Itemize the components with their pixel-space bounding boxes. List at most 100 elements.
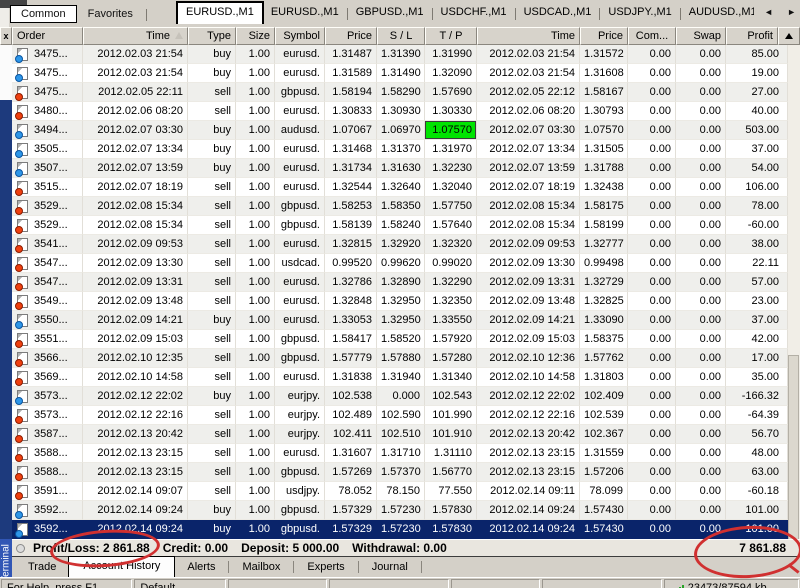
history-row[interactable]: 3541...2012.02.09 09:53sell1.00eurusd.1.… bbox=[12, 235, 788, 254]
cell-order: 3475... bbox=[12, 83, 83, 102]
cell-order: 3547... bbox=[12, 273, 83, 292]
tab-common-active[interactable]: Common bbox=[10, 5, 77, 23]
cell-size: 1.00 bbox=[236, 64, 275, 83]
tab-scroll-right-icon[interactable]: ► bbox=[787, 7, 796, 17]
history-row[interactable]: 3573...2012.02.12 22:16sell1.00eurjpy.10… bbox=[12, 406, 788, 425]
history-row[interactable]: 3591...2012.02.14 09:07sell1.00usdjpy.78… bbox=[12, 482, 788, 501]
column-header-label: Order bbox=[17, 30, 45, 42]
cell-commission: 0.00 bbox=[628, 159, 676, 178]
column-header-label: Com... bbox=[636, 30, 668, 42]
history-row[interactable]: 3515...2012.02.07 18:19sell1.00eurusd.1.… bbox=[12, 178, 788, 197]
tab-divider bbox=[432, 8, 433, 20]
sell-dot-icon bbox=[15, 302, 23, 310]
cell-close-price: 1.30793 bbox=[580, 102, 628, 121]
history-row[interactable]: 3569...2012.02.10 14:58sell1.00eurusd.1.… bbox=[12, 368, 788, 387]
column-header-size[interactable]: Size bbox=[236, 27, 275, 45]
vertical-scrollbar[interactable] bbox=[788, 45, 800, 539]
history-row[interactable]: 3566...2012.02.10 12:35sell1.00gbpusd.1.… bbox=[12, 349, 788, 368]
column-header-close-price[interactable]: Price bbox=[580, 27, 628, 45]
column-header-sl[interactable]: S / L bbox=[377, 27, 425, 45]
column-header-swap[interactable]: Swap bbox=[676, 27, 726, 45]
cell-open-time: 2012.02.09 13:48 bbox=[83, 292, 188, 311]
history-row[interactable]: 3475...2012.02.03 21:54buy1.00eurusd.1.3… bbox=[12, 64, 788, 83]
order-type-icon-sell bbox=[17, 238, 28, 251]
column-header-profit[interactable]: Profit bbox=[726, 27, 778, 45]
cell-close-price: 1.32825 bbox=[580, 292, 628, 311]
column-header-open-price[interactable]: Price bbox=[325, 27, 377, 45]
tab-favorites[interactable]: Favorites bbox=[77, 5, 144, 23]
history-row[interactable]: 3592...2012.02.14 09:24buy1.00gbpusd.1.5… bbox=[12, 520, 788, 539]
buy-dot-icon bbox=[15, 150, 23, 158]
cell-open-price: 1.07067 bbox=[325, 121, 377, 140]
history-row[interactable]: 3550...2012.02.09 14:21buy1.00eurusd.1.3… bbox=[12, 311, 788, 330]
cell-tp: 1.31110 bbox=[425, 444, 477, 463]
tab-audusd-m1[interactable]: AUDUSD.,M1 bbox=[682, 1, 754, 23]
cell-tp: 1.32230 bbox=[425, 159, 477, 178]
tab-alerts[interactable]: Alerts bbox=[175, 558, 227, 577]
cell-close-price: 1.58175 bbox=[580, 197, 628, 216]
tab-usdchf-m1[interactable]: USDCHF.,M1 bbox=[434, 1, 514, 23]
cell-symbol: gbpusd. bbox=[275, 463, 325, 482]
history-row[interactable]: 3529...2012.02.08 15:34sell1.00gbpusd.1.… bbox=[12, 197, 788, 216]
order-type-icon-sell bbox=[17, 105, 28, 118]
column-header-order[interactable]: Order bbox=[12, 27, 83, 45]
column-header-open-time[interactable]: Time bbox=[83, 27, 188, 45]
tab-trade[interactable]: Trade bbox=[16, 558, 68, 577]
cell-order: 3587... bbox=[12, 425, 83, 444]
history-row[interactable]: 3480...2012.02.06 08:20sell1.00eurusd.1.… bbox=[12, 102, 788, 121]
tab-experts[interactable]: Experts bbox=[295, 558, 356, 577]
cell-order: 3547... bbox=[12, 254, 83, 273]
cell-open-price: 1.31607 bbox=[325, 444, 377, 463]
history-row[interactable]: 3547...2012.02.09 13:30sell1.00usdcad.0.… bbox=[12, 254, 788, 273]
column-header-commission[interactable]: Com... bbox=[628, 27, 676, 45]
history-row[interactable]: 3475...2012.02.05 22:11sell1.00gbpusd.1.… bbox=[12, 83, 788, 102]
tab-mailbox[interactable]: Mailbox bbox=[230, 558, 292, 577]
cell-close-price: 102.539 bbox=[580, 406, 628, 425]
column-header-tp[interactable]: T / P bbox=[425, 27, 477, 45]
history-row[interactable]: 3505...2012.02.07 13:34buy1.00eurusd.1.3… bbox=[12, 140, 788, 159]
column-header-type[interactable]: Type bbox=[188, 27, 236, 45]
tab-eurusd-m1[interactable]: EURUSD.,M1 bbox=[264, 1, 346, 23]
history-row[interactable]: 3475...2012.02.03 21:54buy1.00eurusd.1.3… bbox=[12, 45, 788, 64]
tab-eurusd-m1-active[interactable]: EURUSD.,M1 bbox=[176, 1, 264, 24]
cell-size: 1.00 bbox=[236, 406, 275, 425]
cell-symbol: eurusd. bbox=[275, 64, 325, 83]
column-header-label: Profit bbox=[747, 30, 773, 42]
history-row[interactable]: 3494...2012.02.07 03:30buy1.00audusd.1.0… bbox=[12, 121, 788, 140]
history-row[interactable]: 3547...2012.02.09 13:31sell1.00eurusd.1.… bbox=[12, 273, 788, 292]
history-row[interactable]: 3549...2012.02.09 13:48sell1.00eurusd.1.… bbox=[12, 292, 788, 311]
cell-type: buy bbox=[188, 159, 236, 178]
history-row[interactable]: 3587...2012.02.13 20:42sell1.00eurjpy.10… bbox=[12, 425, 788, 444]
cell-close-price: 0.99498 bbox=[580, 254, 628, 273]
history-row[interactable]: 3592...2012.02.14 09:24buy1.00gbpusd.1.5… bbox=[12, 501, 788, 520]
history-row[interactable]: 3529...2012.02.08 15:34sell1.00gbpusd.1.… bbox=[12, 216, 788, 235]
cell-swap: 0.00 bbox=[676, 444, 726, 463]
order-type-icon-sell bbox=[17, 371, 28, 384]
cell-sl: 1.31940 bbox=[377, 368, 425, 387]
history-row[interactable]: 3507...2012.02.07 13:59buy1.00eurusd.1.3… bbox=[12, 159, 788, 178]
cell-swap: 0.00 bbox=[676, 254, 726, 273]
column-header-close-time[interactable]: Time bbox=[477, 27, 580, 45]
tab-gbpusd-m1[interactable]: GBPUSD.,M1 bbox=[349, 1, 431, 23]
tab-usdcad-m1[interactable]: USDCAD.,M1 bbox=[517, 1, 599, 23]
column-header-label: Symbol bbox=[283, 30, 320, 42]
cell-tp: 1.32350 bbox=[425, 292, 477, 311]
history-row[interactable]: 3588...2012.02.13 23:15sell1.00gbpusd.1.… bbox=[12, 463, 788, 482]
tab-scroll-left-icon[interactable]: ◄ bbox=[764, 7, 773, 17]
cell-symbol: eurusd. bbox=[275, 159, 325, 178]
history-row[interactable]: 3551...2012.02.09 15:03sell1.00gbpusd.1.… bbox=[12, 330, 788, 349]
tab-usdjpy-m1[interactable]: USDJPY.,M1 bbox=[601, 1, 678, 23]
cell-type: sell bbox=[188, 330, 236, 349]
column-header-symbol[interactable]: Symbol bbox=[275, 27, 325, 45]
cell-size: 1.00 bbox=[236, 349, 275, 368]
cell-size: 1.00 bbox=[236, 273, 275, 292]
order-type-icon-sell bbox=[17, 295, 28, 308]
close-button[interactable]: x bbox=[0, 27, 12, 45]
scrollbar-thumb[interactable] bbox=[788, 355, 799, 540]
scroll-up-button[interactable] bbox=[778, 27, 800, 45]
history-row[interactable]: 3588...2012.02.13 23:15sell1.00eurusd.1.… bbox=[12, 444, 788, 463]
history-row[interactable]: 3573...2012.02.12 22:02buy1.00eurjpy.102… bbox=[12, 387, 788, 406]
order-number: 3566... bbox=[34, 349, 68, 367]
tab-account-history-active[interactable]: Account History bbox=[68, 556, 175, 577]
tab-journal[interactable]: Journal bbox=[360, 558, 420, 577]
